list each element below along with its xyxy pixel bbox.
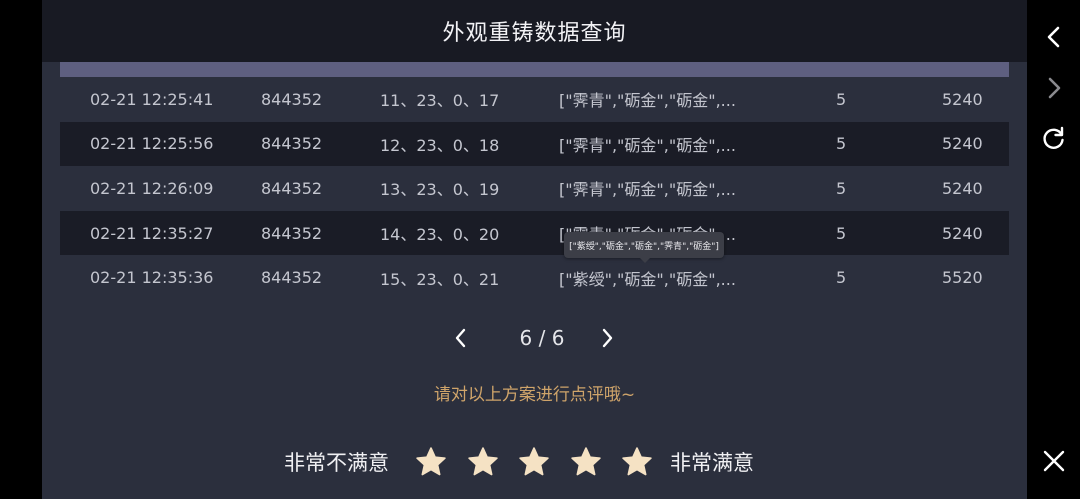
table-row: 02-21 12:25:41 844352 11、23、0、17 ["霁青","… (60, 77, 1009, 122)
cell-nums: 14、23、0、20 (380, 225, 500, 245)
pagination: 6 / 6 (42, 318, 1027, 358)
left-edge-bar (0, 0, 42, 499)
cell-price: 5240 (942, 134, 983, 154)
star-icon[interactable] (466, 445, 500, 479)
cell-nums: 11、23、0、17 (380, 91, 500, 111)
cell-id: 844352 (261, 134, 323, 154)
table-row: 02-21 12:35:27 844352 14、23、0、20 ["霁青","… (60, 210, 1009, 256)
back-button[interactable] (1041, 24, 1067, 50)
right-nav-bar (1027, 0, 1080, 499)
cell-price: 5240 (942, 89, 983, 109)
table-header (60, 62, 1009, 77)
cell-id: 844352 (261, 223, 323, 243)
cell-time: 02-21 12:35:27 (90, 223, 214, 243)
star-icon[interactable] (569, 445, 603, 479)
refresh-button[interactable] (1041, 125, 1067, 151)
chevron-left-icon (1047, 26, 1060, 48)
cell-id: 844352 (261, 89, 323, 109)
data-table: 02-21 12:25:41 844352 11、23、0、17 ["霁青","… (60, 77, 1009, 300)
cell-count: 5 (836, 268, 847, 288)
star-icon[interactable] (620, 445, 654, 479)
close-icon (1043, 450, 1065, 472)
next-page-button[interactable] (595, 326, 619, 350)
cell-price: 5240 (942, 178, 983, 198)
tooltip-arrow (640, 258, 650, 263)
forward-button[interactable] (1041, 75, 1067, 101)
cell-count: 5 (836, 223, 847, 243)
cell-id: 844352 (261, 268, 323, 288)
refresh-icon (1043, 126, 1064, 149)
prev-page-button[interactable] (449, 326, 473, 350)
rating-bar: 非常不满意 非常满意 (42, 440, 1027, 484)
chevron-right-icon (602, 328, 613, 348)
rating-low-label: 非常不满意 (284, 451, 389, 475)
items-tooltip: ["紫绶","砺金","砺金","霁青","砺金"] (564, 232, 724, 258)
feedback-prompt: 请对以上方案进行点评哦~ (433, 385, 636, 405)
cell-nums: 15、23、0、21 (380, 269, 500, 289)
cell-count: 5 (836, 178, 847, 198)
cell-nums: 13、23、0、19 (380, 180, 500, 200)
cell-items[interactable]: ["霁青","砺金","砺金",... (559, 166, 736, 211)
close-button[interactable] (1041, 448, 1067, 474)
header: 外观重铸数据查询 (42, 0, 1027, 62)
cell-time: 02-21 12:26:09 (90, 178, 214, 198)
star-icon[interactable] (414, 445, 448, 479)
cell-price: 5240 (942, 223, 983, 243)
cell-count: 5 (836, 134, 847, 154)
page-title: 外观重铸数据查询 (442, 21, 627, 46)
cell-time: 02-21 12:25:41 (90, 89, 214, 109)
star-icon[interactable] (517, 445, 551, 479)
table-row: 02-21 12:26:09 844352 13、23、0、19 ["霁青","… (60, 166, 1009, 211)
cell-count: 5 (836, 89, 847, 109)
cell-items[interactable]: ["霁青","砺金","砺金",... (559, 122, 736, 167)
chevron-right-icon (1048, 77, 1061, 99)
table-row: 02-21 12:35:36 844352 15、23、0、21 ["紫绶","… (60, 255, 1009, 300)
cell-nums: 12、23、0、18 (380, 135, 500, 155)
app-panel: 外观重铸数据查询 02-21 12:25:41 844352 11、23、0、1… (42, 0, 1027, 499)
cell-id: 844352 (261, 178, 323, 198)
cell-price: 5520 (942, 268, 983, 288)
page-indicator: 6 / 6 (519, 326, 565, 350)
chevron-left-icon (455, 328, 466, 348)
cell-items[interactable]: ["霁青","砺金","砺金",... (559, 77, 736, 122)
cell-time: 02-21 12:35:36 (90, 268, 214, 288)
table-row: 02-21 12:25:56 844352 12、23、0、18 ["霁青","… (60, 121, 1009, 167)
cell-time: 02-21 12:25:56 (90, 134, 214, 154)
rating-high-label: 非常满意 (670, 451, 754, 475)
